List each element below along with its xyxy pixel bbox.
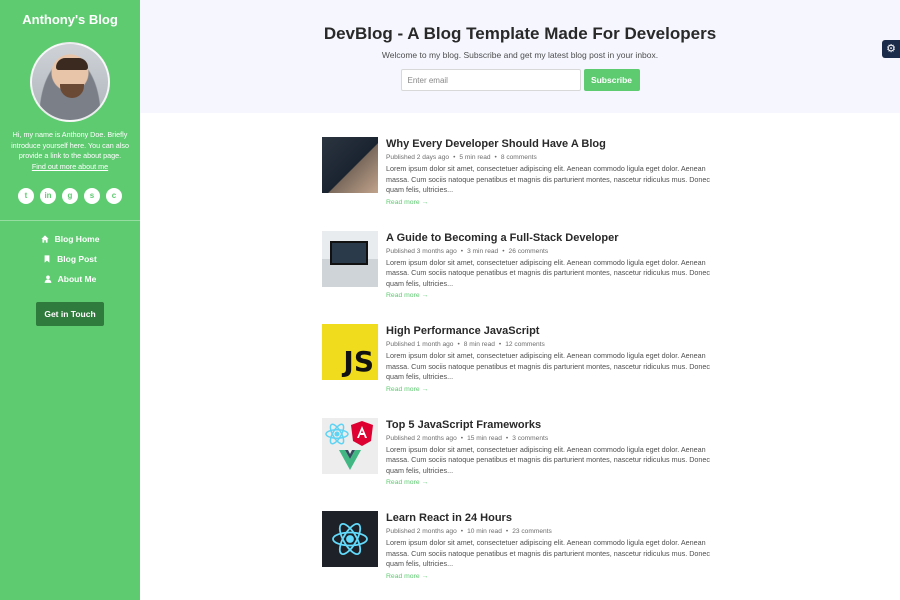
stack-overflow-icon[interactable]: s — [84, 188, 100, 204]
post-excerpt: Lorem ipsum dolor sit amet, consectetuer… — [386, 164, 710, 194]
post-title[interactable]: Top 5 JavaScript Frameworks — [386, 419, 722, 432]
nav-blog-post[interactable]: Blog Post — [0, 253, 140, 265]
get-in-touch-button[interactable]: Get in Touch — [36, 302, 104, 326]
read-more-link[interactable]: Read more → — [386, 199, 722, 206]
gear-icon: ⚙ — [886, 43, 896, 55]
read-more-link[interactable]: Read more → — [386, 386, 722, 393]
post-meta: Published 1 month ago • 8 min read • 12 comm… — [386, 341, 545, 348]
post-date: Published 2 months ago — [386, 528, 457, 535]
post-comments[interactable]: 23 comments — [512, 528, 552, 535]
js-logo-icon: JS — [343, 345, 374, 378]
sidebar-divider — [0, 220, 140, 221]
twitter-icon[interactable]: t — [18, 188, 34, 204]
post-comments[interactable]: 12 comments — [505, 341, 545, 348]
sidebar: Anthony's Blog Hi, my name is Anthony Do… — [0, 0, 140, 600]
post-thumbnail[interactable] — [322, 137, 378, 193]
post-item: Learn React in 24 Hours Published 2 mont… — [322, 511, 722, 600]
post-excerpt: Lorem ipsum dolor sit amet, consectetuer… — [386, 444, 710, 475]
settings-button[interactable]: ⚙ — [882, 40, 900, 58]
profile-avatar — [30, 42, 110, 122]
post-item: A Guide to Becoming a Full-Stack Develop… — [322, 230, 722, 325]
post-excerpt: Lorem ipsum dolor sit amet, consectetuer… — [386, 538, 710, 568]
post-thumbnail[interactable] — [322, 417, 378, 474]
post-item: Why Every Developer Should Have A Blog P… — [322, 137, 722, 231]
user-icon — [44, 275, 52, 283]
post-title[interactable]: Learn React in 24 Hours — [386, 512, 722, 525]
post-excerpt: Lorem ipsum dolor sit amet, consectetuer… — [386, 257, 710, 288]
home-icon — [40, 235, 49, 243]
bookmark-icon — [44, 255, 50, 263]
nav-label: Blog Post — [57, 254, 97, 264]
read-more-link[interactable]: Read more → — [386, 479, 722, 486]
post-date: Published 3 months ago — [386, 247, 457, 255]
post-comments[interactable]: 3 comments — [512, 435, 548, 442]
linkedin-icon[interactable]: in — [40, 188, 56, 204]
bio-text: Hi, my name is Anthony Doe. Briefly intr… — [10, 130, 130, 172]
post-list: Why Every Developer Should Have A Blog P… — [322, 137, 722, 600]
post-thumbnail[interactable] — [322, 230, 378, 287]
page-header: DevBlog - A Blog Template Made For Devel… — [140, 0, 900, 113]
post-title[interactable]: A Guide to Becoming a Full-Stack Develop… — [386, 232, 722, 245]
post-date: Published 2 days ago — [386, 154, 450, 161]
post-meta: Published 2 days ago • 5 min read • 8 commen… — [386, 154, 537, 161]
github-icon[interactable]: g — [62, 188, 78, 204]
post-title[interactable]: Why Every Developer Should Have A Blog — [386, 138, 722, 151]
page-title: DevBlog - A Blog Template Made For Devel… — [323, 24, 717, 43]
post-comments[interactable]: 26 comments — [509, 248, 549, 255]
post-date: Published 2 months ago — [386, 434, 457, 442]
post-comments[interactable]: 8 comments — [501, 154, 537, 161]
post-item: JS High Performance JavaScript Published… — [322, 324, 722, 418]
read-more-link[interactable]: Read more → — [386, 292, 722, 299]
subscribe-form: Subscribe — [140, 69, 900, 91]
page-subtitle: Welcome to my blog. Subscribe and get my… — [381, 50, 659, 60]
nav-label: About Me — [57, 274, 97, 284]
nav-label: Blog Home — [54, 234, 100, 244]
bio-text-content: Hi, my name is Anthony Doe. Briefly intr… — [11, 130, 129, 160]
post-read-time: 8 min read — [463, 341, 495, 348]
blog-name[interactable]: Anthony's Blog — [0, 12, 140, 28]
post-date: Published 1 month ago — [386, 341, 454, 348]
subscribe-button[interactable]: Subscribe — [583, 69, 640, 91]
about-me-link[interactable]: Find out more about me — [10, 162, 130, 173]
post-item: Top 5 JavaScript Frameworks Published 2 … — [322, 417, 722, 512]
read-more-link[interactable]: Read more → — [386, 573, 722, 580]
nav-blog-home[interactable]: Blog Home — [0, 233, 140, 245]
post-thumbnail[interactable] — [322, 511, 378, 567]
social-links: t in g s c — [0, 188, 140, 204]
post-meta: Published 2 months ago • 10 min read • 23 co… — [386, 528, 552, 535]
email-input[interactable] — [400, 69, 581, 91]
codepen-icon[interactable]: c — [106, 188, 122, 204]
post-excerpt: Lorem ipsum dolor sit amet, consectetuer… — [386, 351, 710, 381]
frameworks-logo-icon — [325, 420, 373, 470]
react-logo-icon — [332, 523, 368, 555]
nav-about-me[interactable]: About Me — [0, 273, 140, 285]
post-read-time: 10 min read — [467, 528, 502, 535]
post-title[interactable]: High Performance JavaScript — [386, 325, 722, 338]
post-meta: Published 3 months ago • 3 min read • 26 com… — [386, 247, 549, 255]
post-thumbnail[interactable]: JS — [322, 324, 378, 380]
post-read-time: 3 min read — [467, 247, 499, 255]
post-read-time: 15 min read — [467, 434, 502, 442]
sidebar-nav: Blog Home Blog Post About Me — [0, 233, 140, 285]
post-meta: Published 2 months ago • 15 min read • 3 com… — [386, 434, 549, 442]
post-read-time: 5 min read — [459, 154, 491, 161]
